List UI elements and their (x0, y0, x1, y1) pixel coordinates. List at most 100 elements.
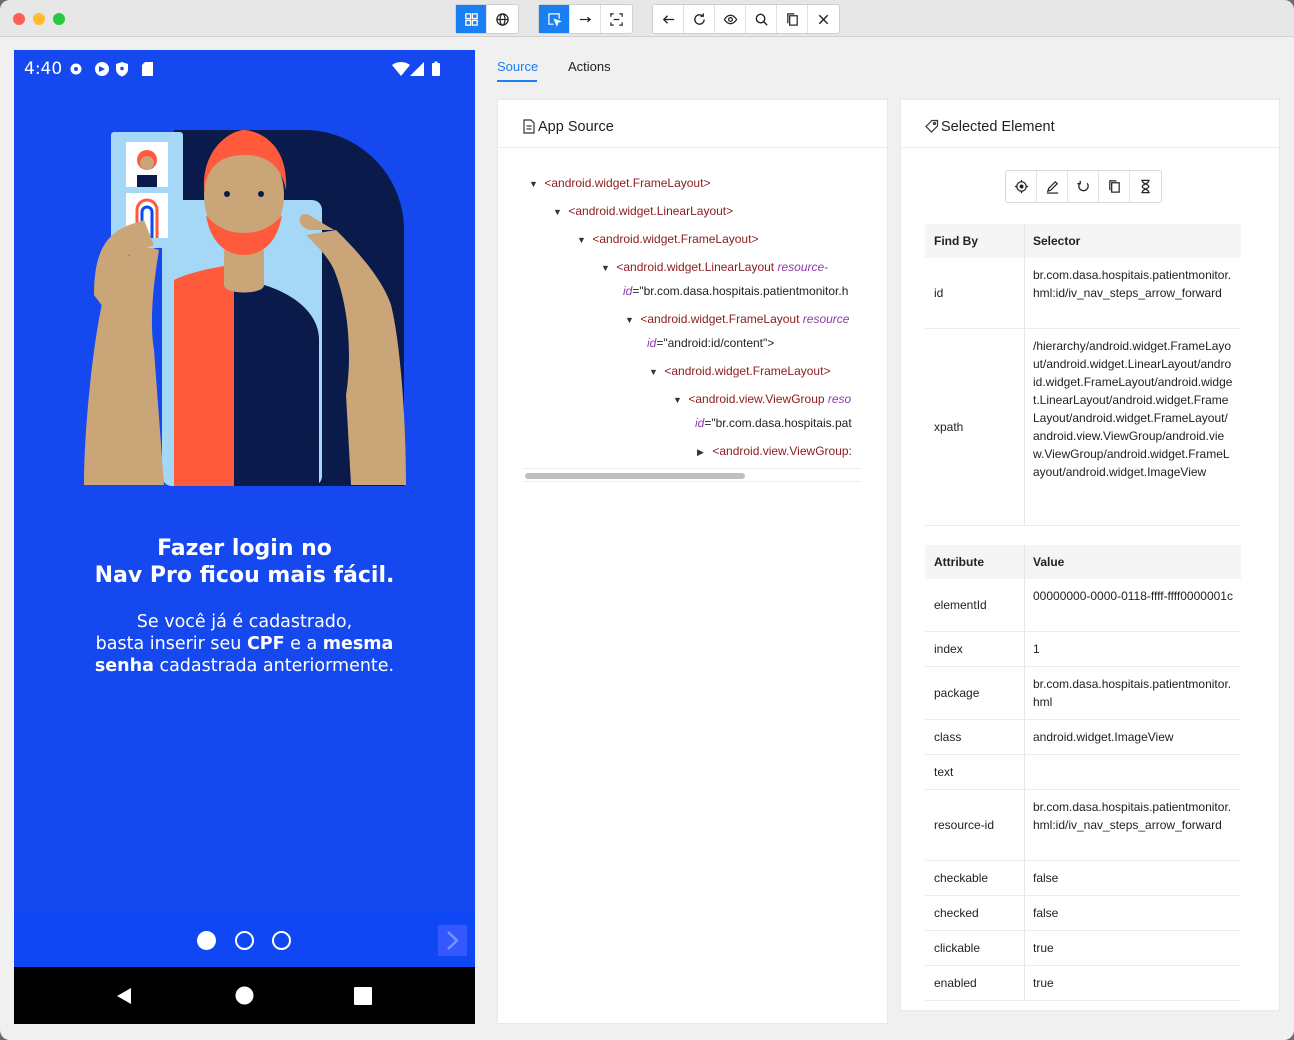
nav-home-icon[interactable] (235, 986, 254, 1005)
tab-actions[interactable]: Actions (568, 59, 611, 74)
source-tree[interactable]: ▼ <android.widget.FrameLayout> ▼ <androi… (522, 168, 862, 500)
table-row[interactable]: clickable true (925, 931, 1241, 966)
show-hide-button[interactable] (715, 5, 746, 33)
clear-button[interactable] (1068, 171, 1099, 202)
tap-area-button[interactable] (601, 5, 632, 33)
table-row[interactable]: package br.com.dasa.hospitais.patientmon… (925, 667, 1241, 720)
chevron-right-icon (447, 931, 459, 950)
scrollbar-thumb[interactable] (525, 473, 745, 479)
caret-down-icon[interactable]: ▼ (577, 230, 589, 250)
pager-bar (14, 911, 475, 967)
page-indicator (272, 931, 291, 950)
tree-node[interactable]: ▼ <android.widget.FrameLayout> (649, 361, 830, 381)
maximize-window-button[interactable] (53, 13, 65, 25)
nav-recents-icon[interactable] (354, 987, 372, 1005)
back-button[interactable] (653, 5, 684, 33)
header-attribute: Attribute (934, 555, 984, 569)
quit-session-button[interactable] (808, 5, 839, 33)
app-source-title: App Source (538, 119, 614, 135)
caret-right-icon[interactable]: ▶ (697, 442, 709, 462)
caret-down-icon[interactable]: ▼ (553, 202, 565, 222)
header-find-by: Find By (934, 234, 978, 248)
next-arrow-button[interactable] (438, 925, 467, 956)
table-row[interactable]: xpath /hierarchy/android.widget.FrameLay… (925, 329, 1241, 526)
close-window-button[interactable] (13, 13, 25, 25)
crosshair-icon (1014, 179, 1028, 194)
minimize-window-button[interactable] (33, 13, 45, 25)
table-row[interactable]: index 1 (925, 632, 1241, 667)
tree-node-attr: id="br.com.dasa.hospitais.pat (695, 416, 852, 430)
header-value: Value (1033, 555, 1065, 569)
battery-icon (432, 63, 440, 76)
subtext-line-3: senha cadastrada anteriormente. (94, 656, 395, 676)
tree-node[interactable]: ▼ <android.widget.FrameLayout> (577, 229, 758, 249)
table-row[interactable]: elementId 00000000-0000-0118-ffff-ffff00… (925, 579, 1241, 632)
caret-down-icon[interactable]: ▼ (625, 310, 637, 330)
native-mode-button[interactable] (456, 5, 487, 33)
table-row[interactable]: id br.com.dasa.hospitais.patientmonitor.… (925, 258, 1241, 329)
connectivity-icons (392, 61, 440, 76)
select-element-button[interactable] (539, 5, 570, 33)
table-row[interactable]: resource-id br.com.dasa.hospitais.patien… (925, 790, 1241, 861)
shield-icon (116, 62, 128, 77)
app-source-header: App Source (498, 100, 887, 148)
android-nav-bar (14, 967, 475, 1024)
refresh-icon (693, 12, 705, 25)
title-bar (0, 0, 1294, 37)
tree-node[interactable]: ▼ <android.widget.FrameLayout resource (625, 309, 849, 329)
caret-down-icon[interactable]: ▼ (649, 362, 661, 382)
caret-down-icon[interactable]: ▼ (529, 174, 541, 194)
clear-icon (1076, 180, 1089, 192)
session-actions-group (652, 4, 840, 34)
status-bar: 4:40 (14, 50, 475, 86)
get-timing-button[interactable] (1130, 171, 1161, 202)
copy-icon (786, 12, 798, 26)
sd-card-icon (142, 62, 153, 76)
table-header: Find By Selector (925, 224, 1241, 258)
selected-element-header: Selected Element (901, 100, 1279, 148)
tab-source[interactable]: Source (497, 59, 538, 74)
login-illustration (84, 130, 406, 486)
copy-xml-button[interactable] (777, 5, 808, 33)
tree-node[interactable]: ▼ <android.widget.LinearLayout resource- (601, 257, 828, 277)
interaction-mode-group (538, 4, 633, 34)
headline-line-2: Nav Pro ficou mais fácil. (94, 563, 395, 588)
table-row[interactable]: checkable false (925, 861, 1241, 896)
mode-toggle-group (455, 4, 519, 34)
tap-area-icon (610, 12, 623, 26)
device-screenshot[interactable]: 4:40 Fazer login no Nav Pro ficou mais f… (14, 50, 475, 1024)
globe-icon (496, 12, 509, 26)
caret-down-icon[interactable]: ▼ (601, 258, 613, 278)
tree-node-attr: id="android:id/content"> (647, 336, 775, 350)
status-icons (70, 62, 153, 77)
table-row[interactable]: text (925, 755, 1241, 790)
copy-attributes-button[interactable] (1099, 171, 1130, 202)
status-time: 4:40 (24, 59, 63, 79)
nav-back-icon[interactable] (114, 986, 134, 1006)
tree-node[interactable]: ▼ <android.view.ViewGroup reso (673, 389, 851, 409)
tree-node[interactable]: ▼ <android.widget.FrameLayout> (529, 173, 710, 193)
settings-icon (70, 63, 82, 75)
horizontal-scrollbar[interactable] (522, 468, 862, 482)
active-tab-underline (497, 80, 537, 82)
header-selector: Selector (1033, 234, 1081, 248)
wifi-icon (392, 62, 410, 76)
swipe-button[interactable] (570, 5, 601, 33)
table-row[interactable]: class android.widget.ImageView (925, 720, 1241, 755)
tap-element-button[interactable] (1006, 171, 1037, 202)
search-button[interactable] (746, 5, 777, 33)
hourglass-icon (1141, 179, 1150, 194)
refresh-button[interactable] (684, 5, 715, 33)
document-icon (523, 119, 535, 134)
caret-down-icon[interactable]: ▼ (673, 390, 685, 410)
send-keys-button[interactable] (1037, 171, 1068, 202)
web-mode-button[interactable] (487, 5, 518, 33)
tree-node[interactable]: ▼ <android.widget.LinearLayout> (553, 201, 733, 221)
page-indicator (235, 931, 254, 950)
headline-line-1: Fazer login no (157, 536, 332, 561)
table-row[interactable]: enabled true (925, 966, 1241, 1001)
tree-node[interactable]: ▶ <android.view.ViewGroup: (697, 441, 852, 461)
page-indicator-active (197, 931, 216, 950)
find-by-table: Find By Selector id br.com.dasa.hospitai… (925, 224, 1241, 526)
table-row[interactable]: checked false (925, 896, 1241, 931)
